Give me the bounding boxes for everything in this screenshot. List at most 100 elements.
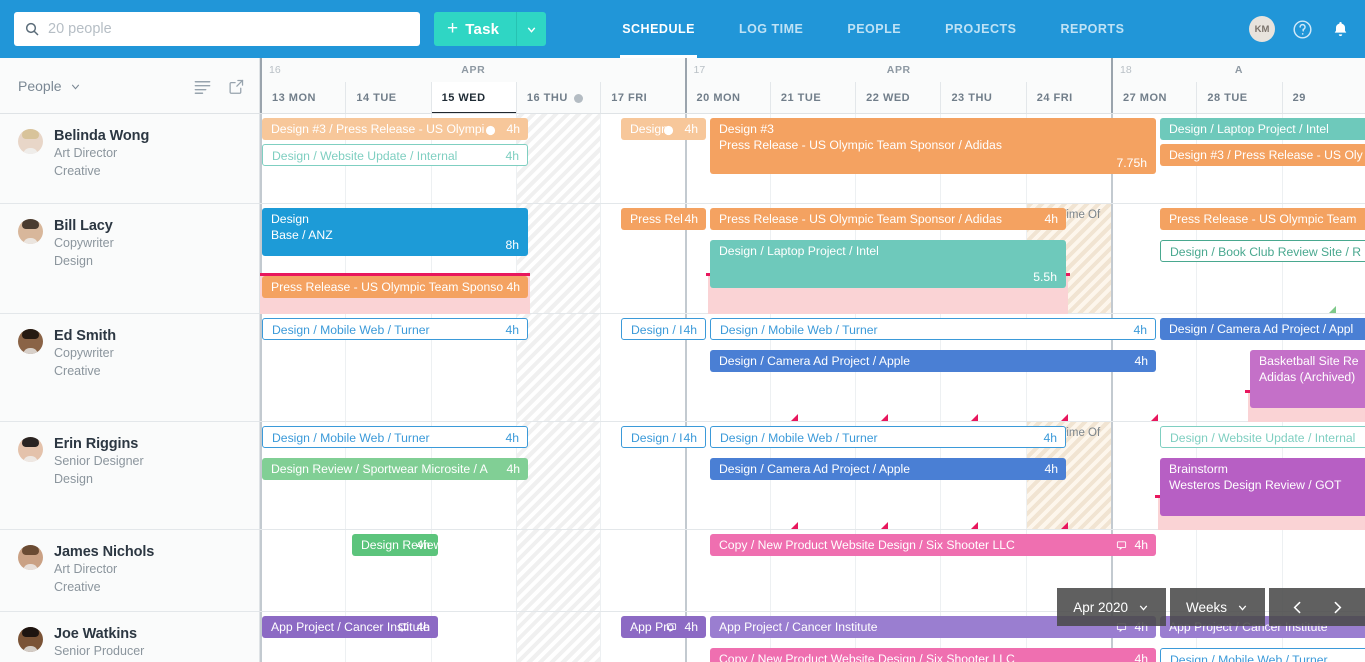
task-chip[interactable]: Brainstorm Westeros Design Review / GOT bbox=[1160, 458, 1365, 516]
chevron-left-icon[interactable] bbox=[1277, 599, 1317, 616]
task-chip[interactable]: Design Base / ANZ 8h bbox=[262, 208, 528, 256]
schedule-cell[interactable] bbox=[515, 422, 601, 529]
day-header-24-fri[interactable]: 24 FRI bbox=[1025, 82, 1111, 113]
task-chip[interactable]: Press Release - US Olympic Team bbox=[1160, 208, 1365, 230]
nav-item-schedule[interactable]: SCHEDULE bbox=[600, 0, 717, 58]
task-chip[interactable]: Press Release - US Olympic Team Sponsor … bbox=[710, 208, 1066, 230]
task-chip[interactable]: Design / Book Club Review Site / R bbox=[1160, 240, 1365, 262]
zoom-selector[interactable]: Weeks bbox=[1169, 588, 1265, 626]
day-header-23-thu[interactable]: 23 THU bbox=[940, 82, 1026, 113]
add-task-button[interactable]: + Task bbox=[434, 12, 517, 46]
task-chip[interactable]: Design / Mobile Web / Turner 4h bbox=[710, 318, 1156, 340]
search-input[interactable] bbox=[48, 12, 410, 46]
task-title: Design / Mobile Web / Turner bbox=[272, 323, 430, 337]
task-chip[interactable]: Design / Laptop Project / Intel bbox=[1160, 118, 1365, 140]
task-chip[interactable]: Design / Laptop Project / Intel 5.5h bbox=[710, 240, 1066, 288]
schedule-cell[interactable] bbox=[515, 314, 601, 421]
task-chip[interactable]: Copy / New Product Website Design / Six … bbox=[710, 534, 1156, 556]
task-title: Design / Laptop Project / Intel bbox=[719, 244, 879, 258]
main-nav: SCHEDULE LOG TIME PEOPLE PROJECTS REPORT… bbox=[600, 0, 1146, 58]
task-chip[interactable]: Design / Website Update / Internal bbox=[1160, 426, 1365, 448]
task-chip[interactable]: Design / Mobile Web / Turner 4h bbox=[710, 426, 1066, 448]
task-chip[interactable]: Design Review / Sportw4h bbox=[352, 534, 438, 556]
day-header-17-fri[interactable]: 17 FRI bbox=[600, 82, 685, 113]
task-hours: 5.5h bbox=[1033, 269, 1057, 284]
day-header-14-tue[interactable]: 14 TUE bbox=[345, 82, 431, 113]
task-title: App Project / Cancer Institute bbox=[719, 620, 878, 634]
nav-item-reports[interactable]: REPORTS bbox=[1038, 0, 1146, 58]
task-chip[interactable]: Copy / New Product Website Design / Six … bbox=[710, 648, 1156, 662]
task-chip[interactable]: App Project / Cancer Institute 4h bbox=[262, 616, 438, 638]
group-by-people-dropdown[interactable]: People bbox=[18, 78, 82, 94]
task-title: Brainstorm bbox=[1169, 462, 1228, 476]
task-chip[interactable]: Design / Mobile Web / Turner 4h bbox=[262, 318, 528, 340]
day-header-15-wed[interactable]: 15 WED bbox=[430, 82, 517, 113]
nav-item-projects[interactable]: PROJECTS bbox=[923, 0, 1038, 58]
task-chip[interactable]: Design / Camera Ad Project / Appl bbox=[1160, 318, 1365, 340]
schedule-cell[interactable] bbox=[600, 530, 684, 611]
task-title: Design / Mobile Web / Turner bbox=[720, 323, 878, 337]
day-label: 17 FRI bbox=[611, 92, 648, 104]
notifications-icon[interactable] bbox=[1329, 18, 1351, 40]
task-subtitle: Adidas (Archived) bbox=[1259, 370, 1356, 385]
task-chip[interactable]: Design #3 / Press Release - US Oly bbox=[1160, 144, 1365, 166]
help-icon[interactable] bbox=[1291, 18, 1313, 40]
person-row[interactable]: Joe WatkinsSenior ProducerTech bbox=[0, 612, 259, 662]
search-box[interactable] bbox=[14, 12, 420, 46]
task-chip[interactable]: Press Rel 4h bbox=[621, 208, 706, 230]
task-chip[interactable]: Design / Camera Ad Project / Apple 4h bbox=[710, 350, 1156, 372]
task-chip[interactable]: Design #3 Press Release - US Olympic Team… bbox=[710, 118, 1156, 174]
list-view-icon[interactable] bbox=[193, 77, 212, 96]
nav-item-people[interactable]: PEOPLE bbox=[825, 0, 923, 58]
week-strip: 16 APR 17 APR 18 A bbox=[260, 58, 1365, 82]
task-chip[interactable]: Design / Mobile Web / Turner 4h bbox=[262, 426, 528, 448]
check-icon bbox=[485, 125, 496, 136]
task-subtitle: Press Release - US Olympic Team Sponsor … bbox=[719, 138, 1002, 153]
person-name: Bill Lacy bbox=[54, 218, 113, 234]
task-title: Design #3 bbox=[719, 122, 774, 136]
nav-item-log-time[interactable]: LOG TIME bbox=[717, 0, 825, 58]
day-header-28-tue[interactable]: 28 TUE bbox=[1196, 82, 1282, 113]
task-chip[interactable]: Basketball Site Re Adidas (Archived) bbox=[1250, 350, 1365, 408]
day-header-13-mon[interactable]: 13 MON bbox=[260, 82, 346, 113]
schedule-cell[interactable] bbox=[515, 114, 601, 203]
schedule-cell[interactable] bbox=[515, 612, 601, 662]
task-hours: 8h bbox=[505, 237, 519, 252]
person-row[interactable]: James Nichols Art Director Creative bbox=[0, 530, 259, 612]
day-header-27-mon[interactable]: 27 MON bbox=[1111, 82, 1197, 113]
schedule-cell[interactable] bbox=[260, 530, 345, 611]
week-band-17: 17 APR bbox=[684, 58, 1111, 82]
task-chip[interactable]: Design / Website Update / Internal 4h bbox=[262, 144, 528, 166]
task-chip[interactable]: Design #3 / Press Release - US Olympi 4h bbox=[262, 118, 528, 140]
day-header-21-tue[interactable]: 21 TUE bbox=[769, 82, 856, 113]
schedule-grid[interactable]: Design #3 / Press Release - US Olympi 4h D… bbox=[260, 114, 1365, 662]
person-row[interactable]: Belinda Wong Art Director Creative bbox=[0, 114, 259, 204]
user-avatar[interactable]: KM bbox=[1249, 16, 1275, 42]
day-header-20-mon[interactable]: 20 MON bbox=[684, 82, 770, 113]
schedule-cell[interactable] bbox=[430, 612, 516, 662]
person-row[interactable]: Erin Riggins Senior Designer Design bbox=[0, 422, 259, 530]
task-chip[interactable]: Design / Camera Ad Project / Apple 4h bbox=[710, 458, 1066, 480]
chevron-right-icon[interactable] bbox=[1317, 599, 1357, 616]
month-label: APR bbox=[886, 64, 911, 76]
person-row[interactable]: Bill Lacy Copywriter Design bbox=[0, 204, 259, 314]
avatar bbox=[18, 219, 43, 244]
task-chip[interactable]: Design / I 4h bbox=[621, 318, 706, 340]
task-chip[interactable]: Press Release - US Olympic Team Sponso 4h bbox=[262, 276, 528, 298]
person-row[interactable]: Ed Smith Copywriter Creative bbox=[0, 314, 259, 422]
day-header-16-thu[interactable]: 16 THU bbox=[515, 82, 601, 113]
period-selector[interactable]: Apr 2020 bbox=[1057, 588, 1166, 626]
schedule-cell[interactable] bbox=[430, 530, 516, 611]
day-label: 29 bbox=[1292, 92, 1306, 104]
export-icon[interactable] bbox=[228, 78, 245, 95]
schedule-cell[interactable] bbox=[515, 530, 601, 611]
task-chip[interactable]: Design Review / Sportwear Microsite / A 4… bbox=[262, 458, 528, 480]
day-header-22-wed[interactable]: 22 WED bbox=[855, 82, 941, 113]
task-chip[interactable]: Design / I 4h bbox=[621, 426, 706, 448]
task-chip[interactable]: Design 4h bbox=[621, 118, 706, 140]
add-task-dropdown-button[interactable] bbox=[516, 12, 547, 46]
search-icon bbox=[24, 21, 40, 37]
day-header-29[interactable]: 29 bbox=[1281, 82, 1365, 113]
task-chip[interactable]: App Pro 4h bbox=[621, 616, 706, 638]
task-chip[interactable]: Design / Mobile Web / Turner bbox=[1160, 648, 1365, 662]
